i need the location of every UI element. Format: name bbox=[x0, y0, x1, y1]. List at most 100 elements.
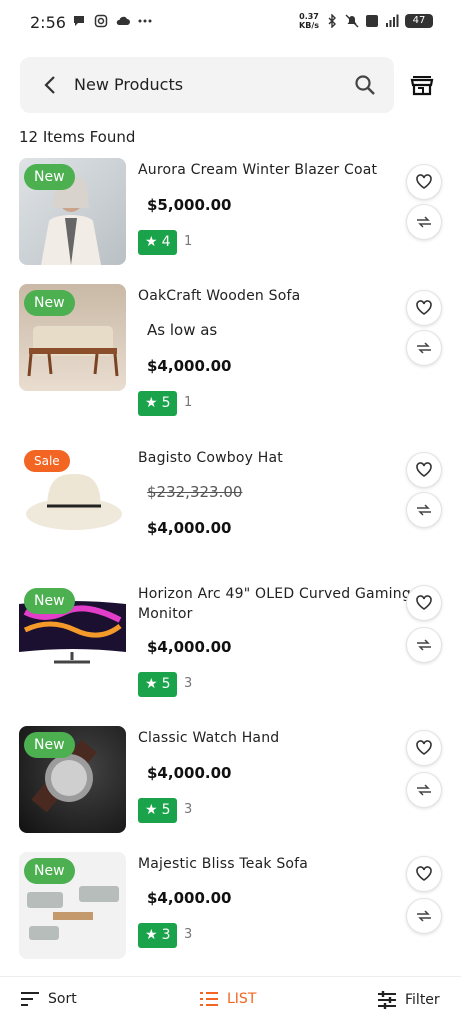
product-image[interactable]: Sale bbox=[19, 446, 126, 553]
bluetooth-icon bbox=[328, 14, 336, 28]
chat-icon bbox=[74, 16, 84, 26]
wishlist-button[interactable] bbox=[406, 585, 442, 621]
new-badge: New bbox=[24, 732, 75, 758]
chevron-left-icon[interactable] bbox=[42, 75, 60, 95]
compare-button[interactable] bbox=[406, 772, 442, 808]
rating-badge: ★ 3 bbox=[138, 923, 178, 948]
review-count: 3 bbox=[184, 927, 193, 942]
speed-value: 0.37 bbox=[299, 12, 319, 21]
star-icon: ★ bbox=[145, 234, 158, 250]
rating-value: 5 bbox=[161, 395, 171, 411]
status-right-icons: 0.37 KB/s 47 bbox=[299, 12, 433, 30]
review-count: 3 bbox=[184, 802, 193, 817]
product-image[interactable]: New bbox=[19, 158, 126, 265]
product-item[interactable]: New OakCraft Wooden Sofa As low as $4,00… bbox=[0, 284, 461, 424]
compare-icon bbox=[417, 910, 431, 922]
star-icon: ★ bbox=[145, 395, 158, 411]
product-price: $4,000.00 bbox=[147, 357, 232, 375]
page-title: New Products bbox=[74, 75, 184, 94]
wishlist-button[interactable] bbox=[406, 730, 442, 766]
list-label: LIST bbox=[227, 991, 257, 1007]
product-price: $5,000.00 bbox=[147, 196, 232, 214]
battery-icon: 47 bbox=[405, 14, 433, 28]
bottom-toolbar: Sort LIST Filter bbox=[0, 976, 461, 1024]
review-count: 1 bbox=[184, 234, 193, 249]
cloud-icon bbox=[116, 16, 130, 25]
product-item[interactable]: New Horizon Arc 49" OLED Curved Gaming M… bbox=[0, 582, 461, 707]
sort-button[interactable]: Sort bbox=[20, 991, 77, 1007]
store-icon[interactable] bbox=[410, 73, 434, 97]
product-name[interactable]: Horizon Arc 49" OLED Curved Gaming Monit… bbox=[138, 584, 418, 624]
heart-icon bbox=[416, 595, 432, 610]
product-image[interactable]: New bbox=[19, 582, 126, 689]
product-price: $4,000.00 bbox=[147, 519, 232, 537]
rating-value: 5 bbox=[161, 802, 171, 818]
product-item[interactable]: New Classic Watch Hand $4,000.00 ★ 5 3 bbox=[0, 726, 461, 851]
review-count: 3 bbox=[184, 676, 193, 691]
header-bar: New Products bbox=[20, 57, 394, 113]
speed-unit: KB/s bbox=[299, 21, 319, 30]
heart-icon bbox=[416, 866, 432, 881]
wishlist-button[interactable] bbox=[406, 856, 442, 892]
product-price: $4,000.00 bbox=[147, 764, 232, 782]
compare-icon bbox=[417, 342, 431, 354]
product-image[interactable]: New bbox=[19, 726, 126, 833]
compare-icon bbox=[417, 504, 431, 516]
compare-button[interactable] bbox=[406, 898, 442, 934]
sort-icon bbox=[21, 992, 39, 1006]
product-price: $4,000.00 bbox=[147, 889, 232, 907]
instagram-icon bbox=[94, 14, 108, 28]
new-badge: New bbox=[24, 588, 75, 614]
signal-icon bbox=[386, 14, 399, 27]
list-icon bbox=[200, 992, 218, 1006]
compare-button[interactable] bbox=[406, 330, 442, 366]
product-name[interactable]: Classic Watch Hand bbox=[138, 728, 418, 748]
filter-button[interactable]: Filter bbox=[377, 991, 440, 1009]
wishlist-button[interactable] bbox=[406, 290, 442, 326]
product-item[interactable]: Sale Bagisto Cowboy Hat $232,323.00 $4,0… bbox=[0, 446, 461, 571]
status-time: 2:56 bbox=[30, 13, 66, 32]
product-image[interactable]: New bbox=[19, 852, 126, 959]
compare-icon bbox=[417, 784, 431, 796]
price-prefix: As low as bbox=[147, 321, 218, 339]
network-speed: 0.37 KB/s bbox=[299, 12, 319, 30]
heart-icon bbox=[416, 740, 432, 755]
product-name[interactable]: Bagisto Cowboy Hat bbox=[138, 448, 418, 468]
rating-value: 4 bbox=[161, 234, 171, 250]
review-count: 1 bbox=[184, 395, 193, 410]
rating-badge: ★ 5 bbox=[138, 798, 178, 823]
list-view-button[interactable]: LIST bbox=[199, 991, 256, 1007]
filter-icon bbox=[378, 991, 396, 1009]
volte-icon bbox=[366, 15, 378, 27]
rating-badge: ★ 4 bbox=[138, 230, 178, 255]
heart-icon bbox=[416, 462, 432, 477]
compare-button[interactable] bbox=[406, 492, 442, 528]
heart-icon bbox=[416, 300, 432, 315]
status-left-icons bbox=[72, 14, 152, 28]
status-bar: 2:56 0.37 KB/s 47 bbox=[0, 0, 461, 44]
results-count: 12 Items Found bbox=[19, 128, 136, 146]
new-badge: New bbox=[24, 858, 75, 884]
sale-badge: Sale bbox=[24, 450, 70, 472]
product-name[interactable]: OakCraft Wooden Sofa bbox=[138, 286, 418, 306]
search-icon[interactable] bbox=[354, 74, 376, 96]
product-name[interactable]: Majestic Bliss Teak Sofa bbox=[138, 854, 418, 874]
wishlist-button[interactable] bbox=[406, 164, 442, 200]
product-image[interactable]: New bbox=[19, 284, 126, 391]
mute-icon bbox=[345, 14, 359, 28]
compare-button[interactable] bbox=[406, 627, 442, 663]
wishlist-button[interactable] bbox=[406, 452, 442, 488]
product-item[interactable]: New Aurora Cream Winter Blazer Coat $5,0… bbox=[0, 158, 461, 283]
sort-label: Sort bbox=[48, 991, 77, 1007]
compare-icon bbox=[417, 639, 431, 651]
compare-button[interactable] bbox=[406, 204, 442, 240]
product-name[interactable]: Aurora Cream Winter Blazer Coat bbox=[138, 160, 418, 180]
rating-badge: ★ 5 bbox=[138, 672, 178, 697]
original-price: $232,323.00 bbox=[147, 483, 243, 501]
star-icon: ★ bbox=[145, 676, 158, 692]
star-icon: ★ bbox=[145, 927, 158, 943]
product-item[interactable]: New Majestic Bliss Teak Sofa $4,000.00 ★… bbox=[0, 852, 461, 977]
rating-value: 3 bbox=[161, 927, 171, 943]
new-badge: New bbox=[24, 290, 75, 316]
heart-icon bbox=[416, 174, 432, 189]
